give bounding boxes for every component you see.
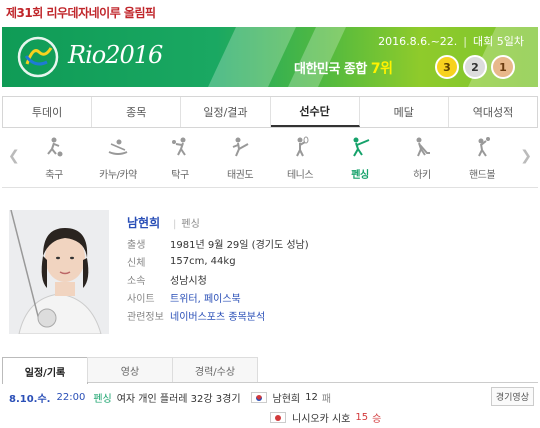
info-row-body: 신체 157cm, 44kg bbox=[127, 255, 236, 269]
sport-item-fencing[interactable]: 펜싱 bbox=[332, 136, 388, 181]
tab-today[interactable]: 투데이 bbox=[3, 97, 93, 127]
athlete-photo bbox=[9, 210, 109, 334]
athlete-sport: 펜싱 bbox=[173, 215, 199, 230]
silver-medal-count: 2 bbox=[463, 55, 487, 79]
rio2016-logo-text: Rio2016 bbox=[68, 41, 163, 69]
medal-count: 3 2 1 bbox=[435, 55, 515, 79]
social-links[interactable]: 트위터, 페이스북 bbox=[170, 290, 241, 305]
korea-flag-icon bbox=[250, 392, 267, 403]
bronze-medal-count: 1 bbox=[491, 55, 515, 79]
info-row-sites: 사이트 트위터, 페이스북 bbox=[127, 288, 309, 306]
gold-medal-count: 3 bbox=[435, 55, 459, 79]
japan-flag-icon bbox=[270, 412, 286, 423]
sport-item-soccer[interactable]: 축구 bbox=[26, 136, 82, 181]
match-date: 8.10.수. bbox=[9, 394, 51, 405]
games-dates: 2016.8.6.~22. bbox=[378, 34, 458, 48]
rio-logo-icon bbox=[17, 36, 59, 78]
tab-schedule[interactable]: 일정/결과 bbox=[181, 97, 271, 127]
player-2-score: 15 bbox=[355, 412, 369, 423]
tab-history[interactable]: 역대성적 bbox=[448, 97, 538, 127]
sport-item-handball[interactable]: 핸드볼 bbox=[454, 136, 510, 181]
tab-videos[interactable]: 영상 bbox=[87, 357, 173, 382]
info-row-birth: 출생 1981년 9월 29일 (경기도 성남) bbox=[127, 239, 309, 251]
main-nav: 투데이 종목 일정/결과 선수단 메달 역대성적 bbox=[2, 96, 538, 128]
sport-item-table-tennis[interactable]: 탁구 bbox=[152, 136, 208, 181]
player-1-name: 남현희 bbox=[272, 394, 301, 405]
player-1-result: 패 bbox=[321, 394, 332, 405]
match-video-button[interactable]: 경기영상 bbox=[490, 387, 534, 406]
player-1-score: 12 bbox=[305, 392, 318, 403]
olympic-banner: Rio2016 2016.8.6.~22. | 대회 5일차 대한민국 종합 7… bbox=[2, 27, 538, 87]
sport-item-canoe[interactable]: 카누/카약 bbox=[90, 136, 146, 181]
table-tennis-icon bbox=[172, 137, 186, 156]
match-sport: 펜싱 bbox=[93, 394, 112, 405]
handball-icon bbox=[478, 137, 490, 157]
info-row-team: 소속 성남시청 bbox=[127, 275, 207, 287]
profile-tabs: 일정/기록 영상 경력/수상 bbox=[2, 357, 538, 384]
sports-carousel: ❮ 축구 카누/카약 탁구 태권도 테니스 펜싱 하키 핸드볼 ❯ bbox=[2, 130, 538, 188]
player-2-result: 승 bbox=[372, 414, 382, 425]
tab-schedule-records[interactable]: 일정/기록 bbox=[2, 357, 88, 384]
korea-rank[interactable]: 대한민국 종합 7위 bbox=[294, 58, 393, 78]
hockey-icon bbox=[416, 137, 430, 157]
chevron-left-icon[interactable]: ❮ bbox=[8, 148, 20, 164]
tennis-icon bbox=[296, 136, 309, 157]
schedule-row: 8.10.수. 22:00 펜싱 여자 개인 플러레 32강 3경기 남현희 1… bbox=[9, 390, 331, 405]
sport-item-tennis[interactable]: 테니스 bbox=[272, 136, 328, 181]
schedule-row-opponent: 니시오카 시호 15 승 bbox=[270, 410, 381, 425]
page-title: 제31회 리우데자네이루 올림픽 bbox=[6, 6, 156, 20]
tab-career[interactable]: 경력/수상 bbox=[172, 357, 258, 382]
taekwondo-icon bbox=[232, 137, 249, 157]
tab-athletes[interactable]: 선수단 bbox=[270, 97, 360, 127]
sport-item-hockey[interactable]: 하키 bbox=[394, 136, 450, 181]
related-info-link[interactable]: 네이버스포츠 종목분석 bbox=[170, 308, 265, 323]
match-time: 22:00 bbox=[56, 392, 86, 403]
info-row-related: 관련정보 네이버스포츠 종목분석 bbox=[127, 306, 309, 324]
match-event: 여자 개인 플러레 32강 3경기 bbox=[116, 394, 241, 405]
athlete-name[interactable]: 남현희 bbox=[127, 214, 160, 231]
chevron-right-icon[interactable]: ❯ bbox=[520, 148, 532, 164]
sport-item-taekwondo[interactable]: 태권도 bbox=[212, 136, 268, 181]
tab-medals[interactable]: 메달 bbox=[359, 97, 449, 127]
tab-sports[interactable]: 종목 bbox=[92, 97, 182, 127]
athlete-info: 출생 1981년 9월 29일 (경기도 성남) 신체 157cm, 44kg … bbox=[127, 234, 309, 324]
fencing-icon bbox=[353, 137, 370, 157]
soccer-icon bbox=[47, 137, 63, 157]
canoe-icon bbox=[108, 139, 128, 155]
player-2-name: 니시오카 시호 bbox=[292, 414, 351, 425]
games-day: 대회 5일차 bbox=[473, 35, 524, 48]
rank-value: 7위 bbox=[370, 61, 393, 77]
